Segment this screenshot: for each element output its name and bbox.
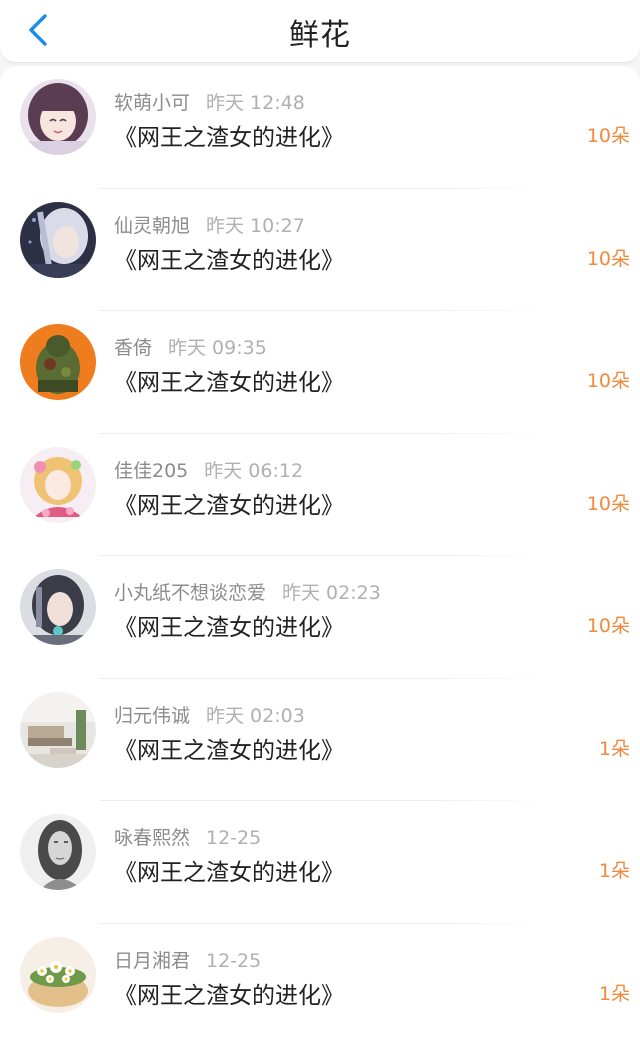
timestamp: 昨天 10:27 <box>206 214 305 237</box>
user-name[interactable]: 咏春熙然 <box>114 827 190 849</box>
list-item[interactable]: 小丸纸不想谈恋爱 昨天 02:23 《网王之渣女的进化》 10朵 <box>0 556 640 679</box>
item-meta: 咏春熙然 12-25 <box>114 823 261 850</box>
book-title[interactable]: 《网王之渣女的进化》 <box>114 241 344 275</box>
timestamp: 昨天 06:12 <box>204 459 304 482</box>
list-item[interactable]: 香倚 昨天 09:35 《网王之渣女的进化》 10朵 <box>0 311 640 434</box>
flower-count: 10朵 <box>586 125 630 147</box>
flower-count: 1朵 <box>598 860 630 882</box>
list-item[interactable]: 佳佳205 昨天 06:12 《网王之渣女的进化》 10朵 <box>0 434 640 556</box>
timestamp: 昨天 02:03 <box>206 704 305 727</box>
flower-count: 10朵 <box>586 370 630 392</box>
timestamp: 昨天 12:48 <box>206 92 305 114</box>
top-bar: 鲜花 <box>0 0 640 63</box>
book-title[interactable]: 《网王之渣女的进化》 <box>114 608 344 642</box>
timestamp: 12-25 <box>206 949 262 972</box>
list-item[interactable]: 软萌小可 昨天 12:48 《网王之渣女的进化》 10朵 <box>0 66 640 189</box>
book-title[interactable]: 《网王之渣女的进化》 <box>114 486 344 520</box>
item-meta: 小丸纸不想谈恋爱 昨天 02:23 <box>114 578 381 605</box>
user-name[interactable]: 小丸纸不想谈恋爱 <box>114 582 266 604</box>
avatar[interactable] <box>20 201 96 278</box>
item-meta: 香倚 昨天 09:35 <box>114 333 267 360</box>
avatar[interactable] <box>20 446 96 523</box>
timestamp: 12-25 <box>206 827 262 849</box>
timestamp: 昨天 02:23 <box>282 582 381 604</box>
user-name[interactable]: 香倚 <box>114 337 152 359</box>
flower-list: 软萌小可 昨天 12:48 《网王之渣女的进化》 10朵 仙灵朝旭 昨天 10:27… <box>0 66 640 1041</box>
flower-count: 10朵 <box>586 615 630 637</box>
book-title[interactable]: 《网王之渣女的进化》 <box>114 731 344 765</box>
flower-count: 1朵 <box>598 737 630 760</box>
flower-count: 10朵 <box>586 492 630 515</box>
flower-count: 10朵 <box>586 247 630 270</box>
item-meta: 归元伟诚 昨天 02:03 <box>114 701 305 728</box>
user-name[interactable]: 日月湘君 <box>114 950 190 972</box>
avatar[interactable] <box>20 79 96 155</box>
book-title[interactable]: 《网王之渣女的进化》 <box>114 976 344 1010</box>
list-item[interactable]: 日月湘君 12-25 《网王之渣女的进化》 1朵 <box>0 924 640 1041</box>
book-title[interactable]: 《网王之渣女的进化》 <box>114 853 344 887</box>
page-title: 鲜花 <box>289 18 351 53</box>
item-meta: 仙灵朝旭 昨天 10:27 <box>114 211 305 238</box>
avatar[interactable] <box>20 324 96 400</box>
item-meta: 佳佳205 昨天 06:12 <box>114 456 303 483</box>
timestamp: 昨天 09:35 <box>168 337 267 359</box>
item-meta: 软萌小可 昨天 12:48 <box>114 88 305 115</box>
user-name[interactable]: 仙灵朝旭 <box>114 215 190 237</box>
avatar[interactable] <box>20 936 96 1013</box>
avatar[interactable] <box>20 569 96 645</box>
user-name[interactable]: 归元伟诚 <box>114 705 190 727</box>
item-meta: 日月湘君 12-25 <box>114 946 261 973</box>
avatar[interactable] <box>20 691 96 768</box>
list-item[interactable]: 仙灵朝旭 昨天 10:27 《网王之渣女的进化》 10朵 <box>0 189 640 311</box>
book-title[interactable]: 《网王之渣女的进化》 <box>114 118 344 152</box>
list-item[interactable]: 归元伟诚 昨天 02:03 《网王之渣女的进化》 1朵 <box>0 679 640 801</box>
user-name[interactable]: 佳佳205 <box>114 460 188 482</box>
user-name[interactable]: 软萌小可 <box>114 92 190 114</box>
list-item[interactable]: 咏春熙然 12-25 《网王之渣女的进化》 1朵 <box>0 801 640 924</box>
flower-count: 1朵 <box>598 982 630 1005</box>
avatar[interactable] <box>20 814 96 890</box>
book-title[interactable]: 《网王之渣女的进化》 <box>114 363 344 397</box>
